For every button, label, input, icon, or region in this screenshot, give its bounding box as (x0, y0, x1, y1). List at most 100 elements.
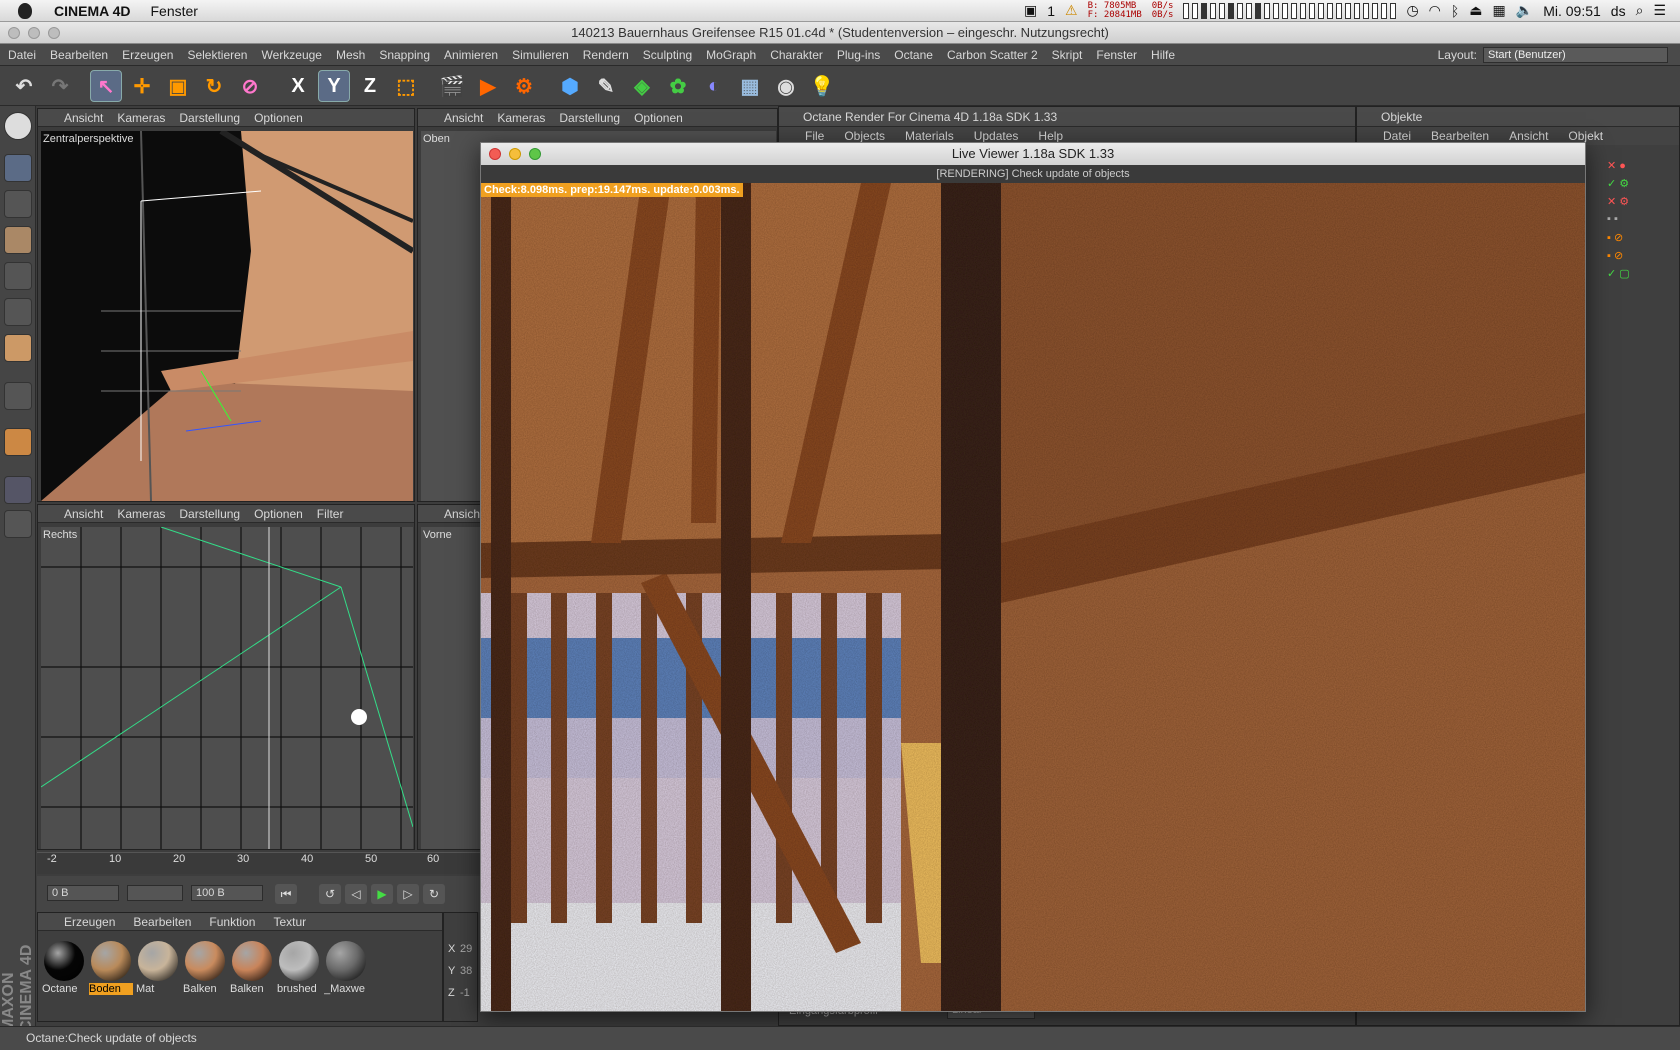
lv-zoom-button[interactable] (529, 148, 541, 160)
zoom-button[interactable] (48, 27, 60, 39)
menu-ansicht[interactable]: Ansicht (444, 111, 483, 125)
menu-textur[interactable]: Textur (273, 915, 306, 929)
menu-kameras[interactable]: Kameras (497, 111, 545, 125)
menu-darstellung[interactable]: Darstellung (179, 111, 240, 125)
menu-erzeugen[interactable]: Erzeugen (64, 915, 115, 929)
menu-optionen[interactable]: Optionen (634, 111, 683, 125)
subdivision-icon[interactable]: ◈ (626, 70, 658, 102)
material-item[interactable]: Mat (136, 939, 180, 1001)
tag-icon[interactable]: ✕ ⚙ (1607, 195, 1667, 213)
menu-skript[interactable]: Skript (1045, 48, 1090, 62)
material-item[interactable]: Octane (42, 939, 86, 1001)
tag-icon[interactable]: ▪ ⊘ (1607, 249, 1667, 267)
menu-werkzeuge[interactable]: Werkzeuge (254, 48, 328, 62)
menu-snapping[interactable]: Snapping (372, 48, 437, 62)
layout-select[interactable]: Start (Benutzer) (1483, 46, 1668, 63)
viewport-perspective[interactable]: Ansicht Kameras Darstellung Optionen Zen… (37, 108, 415, 502)
play-icon[interactable]: ▶ (371, 884, 393, 904)
material-item[interactable]: brushed (277, 939, 321, 1001)
end-frame-field[interactable]: 100 B (191, 885, 263, 901)
memory-monitor[interactable]: B: 7805MB F: 20841MB (1088, 1, 1142, 20)
floor-icon[interactable]: ▦ (734, 70, 766, 102)
user-name[interactable]: ds (1611, 3, 1626, 19)
tag-icon[interactable]: ✓ ▢ (1607, 267, 1667, 285)
menu-ansicht[interactable]: Ansicht (444, 507, 483, 521)
material-item[interactable]: Balken (230, 939, 274, 1001)
menu-ansicht[interactable]: Ansicht (64, 507, 103, 521)
globe-icon[interactable] (4, 112, 32, 140)
tag-icon[interactable]: ✓ ⚙ (1607, 177, 1667, 195)
menu-kameras[interactable]: Kameras (117, 111, 165, 125)
wifi-icon[interactable]: ◠ (1429, 2, 1441, 19)
render-settings-icon[interactable]: ⚙ (508, 70, 540, 102)
render-output[interactable]: Check:8.098ms. prep:19.147ms. update:0.0… (481, 183, 1585, 1011)
volume-icon[interactable]: 🔈 (1516, 2, 1533, 19)
render-view-icon[interactable]: 🎬 (436, 70, 468, 102)
snap-icon[interactable] (4, 510, 32, 538)
time-machine-icon[interactable]: ◷ (1406, 2, 1418, 19)
texture-mode-icon[interactable] (4, 190, 32, 218)
cloner-icon[interactable]: ✿ (662, 70, 694, 102)
clock[interactable]: Mi. 09:51 (1543, 3, 1601, 19)
redo-icon[interactable]: ↷ (44, 70, 76, 102)
menu-darstellung[interactable]: Darstellung (559, 111, 620, 125)
undo-icon[interactable]: ↶ (8, 70, 40, 102)
menu-fenster[interactable]: Fenster (141, 3, 208, 19)
scale-tool-icon[interactable]: ▣ (162, 70, 194, 102)
display-icon[interactable]: ▣ (1024, 2, 1037, 19)
material-item[interactable]: Boden (89, 939, 133, 1001)
notification-icon[interactable]: ☰ (1653, 2, 1666, 19)
menu-mesh[interactable]: Mesh (329, 48, 372, 62)
menu-ansicht[interactable]: Ansicht (64, 111, 103, 125)
material-item[interactable]: Balken (183, 939, 227, 1001)
prev-key-icon[interactable]: ↺ (319, 884, 341, 904)
rotate-tool-icon[interactable]: ↻ (198, 70, 230, 102)
frame-slider[interactable] (127, 885, 183, 901)
next-key-icon[interactable]: ↻ (423, 884, 445, 904)
live-select-icon[interactable]: ⊘ (234, 70, 266, 102)
menu-fenster[interactable]: Fenster (1089, 48, 1144, 62)
material-item[interactable]: _Maxwe (324, 939, 368, 1001)
y-axis-toggle[interactable]: Y (318, 70, 350, 102)
lv-close-button[interactable] (489, 148, 501, 160)
tag-icon[interactable]: ✕ ● (1607, 159, 1667, 177)
select-tool-icon[interactable]: ↖ (90, 70, 122, 102)
move-tool-icon[interactable]: ✛ (126, 70, 158, 102)
tag-icon[interactable]: ▪ ⊘ (1607, 231, 1667, 249)
magnet-icon[interactable] (4, 428, 32, 456)
axis-mode-icon[interactable] (4, 382, 32, 410)
right-canvas[interactable]: Rechts (41, 527, 413, 849)
workplane-icon[interactable] (4, 226, 32, 254)
light-icon[interactable]: 💡 (806, 70, 838, 102)
net-monitor[interactable]: 0B/s 0B/s (1152, 1, 1174, 20)
menu-funktion[interactable]: Funktion (209, 915, 255, 929)
menu-animieren[interactable]: Animieren (437, 48, 505, 62)
menu-bearbeiten[interactable]: Bearbeiten (133, 915, 191, 929)
z-axis-toggle[interactable]: Z (354, 70, 386, 102)
menu-charakter[interactable]: Charakter (763, 48, 830, 62)
close-button[interactable] (8, 27, 20, 39)
coord-x-value[interactable]: 29 (460, 943, 472, 955)
menu-bearbeiten[interactable]: Bearbeiten (43, 48, 115, 62)
app-menu[interactable]: CINEMA 4D (32, 3, 141, 19)
menu-hilfe[interactable]: Hilfe (1144, 48, 1182, 62)
menu-darstellung[interactable]: Darstellung (179, 507, 240, 521)
live-viewer-window[interactable]: Live Viewer 1.18a SDK 1.33 [RENDERING] C… (480, 142, 1586, 1012)
menu-erzeugen[interactable]: Erzeugen (115, 48, 180, 62)
menu-mograph[interactable]: MoGraph (699, 48, 763, 62)
menu-sculpting[interactable]: Sculpting (636, 48, 699, 62)
coord-z-value[interactable]: -1 (460, 987, 470, 999)
keyboard-icon[interactable]: ▦ (1493, 2, 1506, 19)
bluetooth-icon[interactable]: ᛒ (1451, 3, 1459, 19)
menu-optionen[interactable]: Optionen (254, 507, 303, 521)
apple-icon[interactable] (18, 2, 32, 19)
menu-kameras[interactable]: Kameras (117, 507, 165, 521)
lv-minimize-button[interactable] (509, 148, 521, 160)
goto-start-icon[interactable]: ⏮ (275, 884, 297, 904)
render-picture-icon[interactable]: ▶ (472, 70, 504, 102)
deformer-icon[interactable]: ◐ (698, 70, 730, 102)
start-frame-field[interactable]: 0 B (47, 885, 119, 901)
spline-pen-icon[interactable]: ✎ (590, 70, 622, 102)
minimize-button[interactable] (28, 27, 40, 39)
coordinate-system-icon[interactable]: ⬚ (390, 70, 422, 102)
